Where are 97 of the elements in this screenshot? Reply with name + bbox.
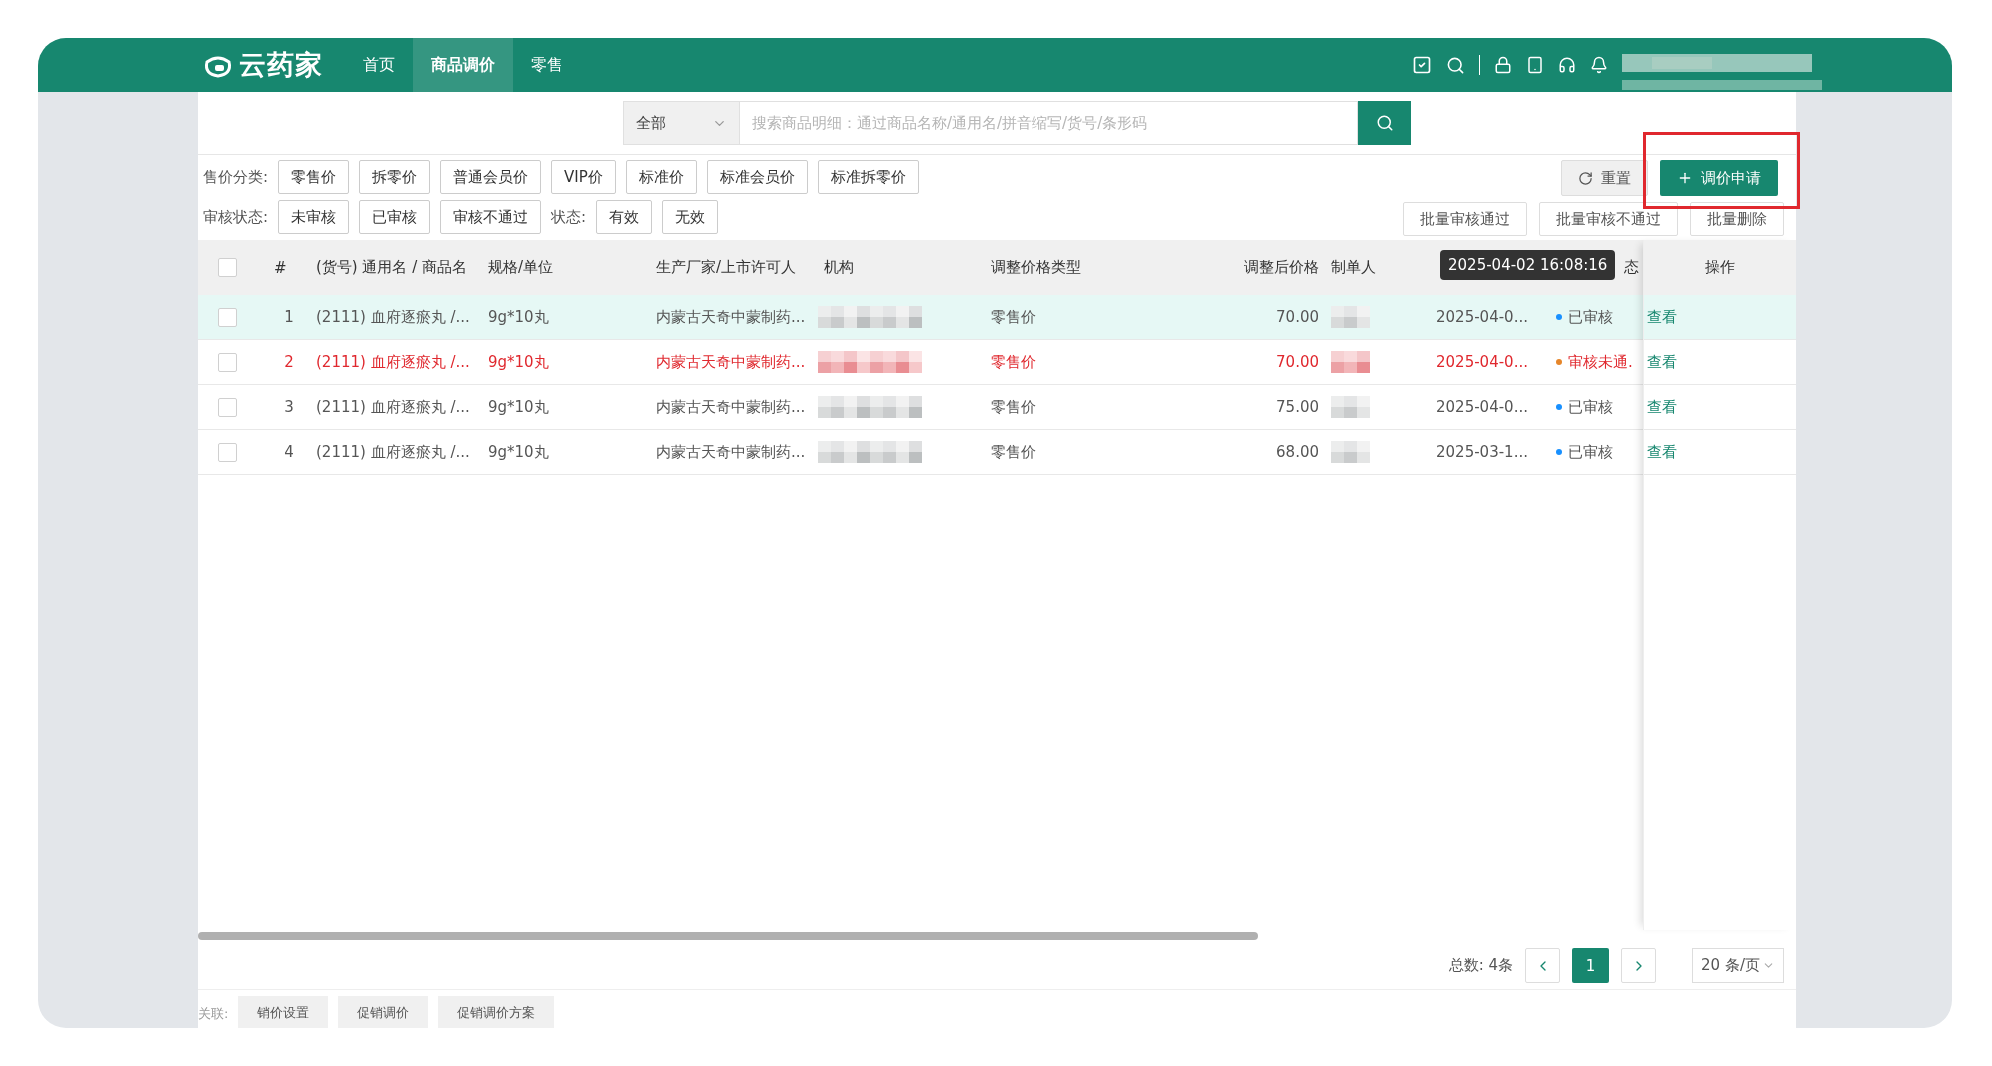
filter-button[interactable]: VIP价: [551, 160, 616, 194]
filter-button[interactable]: 有效: [596, 200, 653, 234]
view-link[interactable]: 查看: [1647, 352, 1677, 372]
column-header: 机构: [823, 258, 855, 277]
table-cell-text: (2111) 血府逐瘀丸 /...: [315, 307, 471, 327]
checkbox[interactable]: [218, 352, 237, 372]
related-label: 关联:: [198, 1005, 229, 1023]
checkbox[interactable]: [218, 258, 237, 277]
checkbox[interactable]: [218, 397, 237, 417]
view-link[interactable]: 查看: [1647, 307, 1677, 327]
table-cell-text: 内蒙古天奇中蒙制药...: [655, 442, 807, 462]
apply-button[interactable]: 调价申请: [1660, 160, 1778, 196]
tooltip: 2025-04-02 16:08:16: [1440, 250, 1616, 280]
table-cell-text: 内蒙古天奇中蒙制药...: [655, 352, 807, 372]
table-cell-text: 零售价: [990, 307, 1037, 327]
filter-label: 状态:: [551, 207, 587, 227]
status-text: 已审核: [1568, 442, 1613, 462]
logo-text: 云药家: [239, 48, 323, 82]
nav-tab[interactable]: 商品调价: [413, 38, 513, 92]
column-header: 态: [1624, 258, 1639, 277]
column-header: 操作: [1644, 240, 1796, 295]
bell-icon[interactable]: [1590, 56, 1608, 74]
next-page-button[interactable]: [1621, 948, 1657, 983]
refresh-icon: [1578, 170, 1593, 186]
table-cell-text: 1: [283, 308, 295, 326]
status-text: 审核未通.: [1568, 352, 1633, 372]
plus-icon: [1677, 170, 1693, 186]
filter-button[interactable]: 审核不通过: [440, 200, 542, 234]
table-cell-text: 2025-04-0...: [1435, 398, 1529, 416]
filter-button[interactable]: 标准价: [625, 160, 697, 194]
checkbox[interactable]: [218, 307, 237, 327]
category-select[interactable]: 全部: [623, 101, 740, 145]
view-link[interactable]: 查看: [1647, 442, 1677, 462]
scrollbar[interactable]: [198, 932, 1258, 940]
table-cell-text: 2025-03-1...: [1435, 443, 1529, 461]
table-cell-text: 70.00: [1275, 353, 1320, 371]
table-cell-text: (2111) 血府逐瘀丸 /...: [315, 442, 471, 462]
column-header: (货号) 通用名 / 商品名: [315, 258, 469, 277]
table-cell-text: 零售价: [990, 397, 1037, 417]
filter-button[interactable]: 未审核: [278, 200, 350, 234]
filter-button[interactable]: 标准会员价: [706, 160, 808, 194]
filter-label: 审核状态:: [203, 207, 269, 227]
lock-icon[interactable]: [1494, 56, 1512, 74]
table-cell-text: 内蒙古天奇中蒙制药...: [655, 397, 807, 417]
previous-page-button[interactable]: [1525, 948, 1561, 983]
page-size-select[interactable]: 20 条/页: [1692, 948, 1784, 983]
search-icon: [1375, 114, 1394, 132]
column-header: 制单人: [1330, 258, 1377, 277]
search-button[interactable]: [1358, 101, 1411, 145]
table-cell-text: 9g*10丸: [487, 352, 550, 372]
reset-button[interactable]: 重置: [1561, 160, 1648, 196]
table-cell-text: 2: [283, 353, 295, 371]
table-cell-text: 68.00: [1275, 443, 1320, 461]
table-cell-text: 零售价: [990, 352, 1037, 372]
search-field[interactable]: 搜索商品明细：通过商品名称/通用名/拼音缩写/货号/条形码: [740, 101, 1358, 145]
bulk-button[interactable]: 批量审核通过: [1403, 202, 1527, 236]
filter-button[interactable]: 无效: [662, 200, 719, 234]
bulk-button[interactable]: 批量审核不通过: [1539, 202, 1678, 236]
related-tab[interactable]: 销价设置: [238, 996, 329, 1028]
column-header: 调整后价格: [1243, 258, 1320, 277]
column-header: 调整价格类型: [990, 258, 1082, 277]
column-header: 规格/单位: [487, 258, 555, 277]
table-cell-text: 9g*10丸: [487, 397, 550, 417]
table-cell-text: 零售价: [990, 442, 1037, 462]
table-cell-text: 4: [283, 443, 295, 461]
table-cell-text: 3: [283, 398, 295, 416]
page-button[interactable]: 1: [1572, 948, 1610, 983]
checkbox[interactable]: [218, 442, 237, 462]
table-cell-text: 内蒙古天奇中蒙制药...: [655, 307, 807, 327]
filter-button[interactable]: 已审核: [359, 200, 431, 234]
table-cell-text: 70.00: [1275, 308, 1320, 326]
table-cell-text: 9g*10丸: [487, 307, 550, 327]
table-cell-text: 2025-04-0...: [1435, 308, 1529, 326]
related-tab[interactable]: 促销调价方案: [438, 996, 555, 1028]
column-header: #: [273, 258, 288, 277]
filter-button[interactable]: 标准拆零价: [817, 160, 919, 194]
filter-label: 售价分类:: [203, 167, 269, 187]
status-text: 已审核: [1568, 307, 1613, 327]
filter-button[interactable]: 拆零价: [359, 160, 431, 194]
tablet-icon[interactable]: [1526, 56, 1544, 74]
nav-tab[interactable]: 首页: [345, 38, 413, 92]
filter-button[interactable]: 零售价: [278, 160, 350, 194]
checkbox-icon[interactable]: [1412, 55, 1432, 75]
status-text: 已审核: [1568, 397, 1613, 417]
filter-button[interactable]: 普通会员价: [440, 160, 542, 194]
table-cell-text: (2111) 血府逐瘀丸 /...: [315, 352, 471, 372]
nav-tab[interactable]: 零售: [513, 38, 581, 92]
search-icon[interactable]: [1446, 55, 1465, 75]
headset-icon[interactable]: [1558, 56, 1576, 74]
related-tab[interactable]: 促销调价: [338, 996, 429, 1028]
column-header: 生产厂家/上市许可人: [655, 258, 798, 277]
table-cell-text: (2111) 血府逐瘀丸 /...: [315, 397, 471, 417]
table-cell-text: 75.00: [1275, 398, 1320, 416]
view-link[interactable]: 查看: [1647, 397, 1677, 417]
table-cell-text: 2025-04-0...: [1435, 353, 1529, 371]
total-count: 总数: 4条: [1448, 956, 1514, 975]
table-cell-text: 9g*10丸: [487, 442, 550, 462]
